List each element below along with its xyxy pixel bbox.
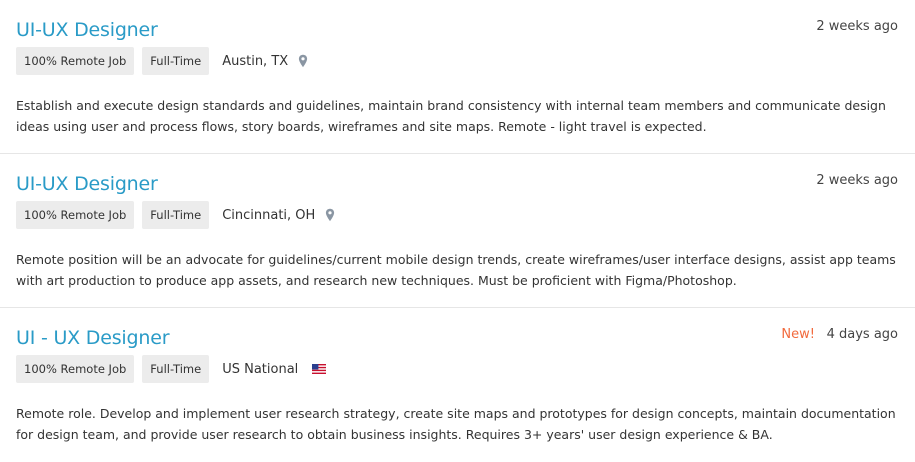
- posted-age: 2 weeks ago: [816, 19, 898, 34]
- tag-remote: 100% Remote Job: [16, 201, 135, 229]
- tag-remote: 100% Remote Job: [16, 47, 135, 75]
- job-listing[interactable]: UI-UX Designer 2 weeks ago 100% Remote J…: [0, 0, 915, 154]
- location-text: Austin, TX: [222, 53, 289, 69]
- us-flag-icon: [312, 364, 327, 374]
- job-tags: 100% Remote Job Full-Time Austin, TX: [16, 47, 308, 75]
- job-title-link[interactable]: UI-UX Designer: [16, 17, 158, 43]
- tag-remote: 100% Remote Job: [16, 355, 135, 383]
- job-tags: 100% Remote Job Full-Time Cincinnati, OH: [16, 201, 335, 229]
- job-list: UI-UX Designer 2 weeks ago 100% Remote J…: [0, 0, 915, 462]
- map-pin-icon: [326, 208, 335, 222]
- tag-schedule: Full-Time: [142, 47, 210, 75]
- location-text: US National: [222, 361, 299, 377]
- job-tags: 100% Remote Job Full-Time US National: [16, 355, 327, 383]
- new-badge: New!: [781, 327, 815, 342]
- location-text: Cincinnati, OH: [222, 207, 316, 223]
- map-pin-icon: [299, 54, 308, 68]
- job-title-link[interactable]: UI - UX Designer: [16, 325, 170, 351]
- job-location: Austin, TX: [222, 54, 308, 69]
- job-description: Establish and execute design standards a…: [16, 98, 886, 134]
- job-location: Cincinnati, OH: [222, 208, 335, 223]
- job-listing[interactable]: UI-UX Designer 2 weeks ago 100% Remote J…: [0, 154, 915, 308]
- job-listing[interactable]: UI - UX Designer New! 4 days ago 100% Re…: [0, 308, 915, 462]
- job-location: US National: [222, 361, 327, 377]
- job-description: Remote position will be an advocate for …: [16, 252, 896, 288]
- posted-age: 2 weeks ago: [816, 173, 898, 188]
- job-title-link[interactable]: UI-UX Designer: [16, 171, 158, 197]
- job-description: Remote role. Develop and implement user …: [16, 406, 896, 442]
- posted-age: 4 days ago: [826, 327, 898, 342]
- tag-schedule: Full-Time: [142, 355, 210, 383]
- tag-schedule: Full-Time: [142, 201, 210, 229]
